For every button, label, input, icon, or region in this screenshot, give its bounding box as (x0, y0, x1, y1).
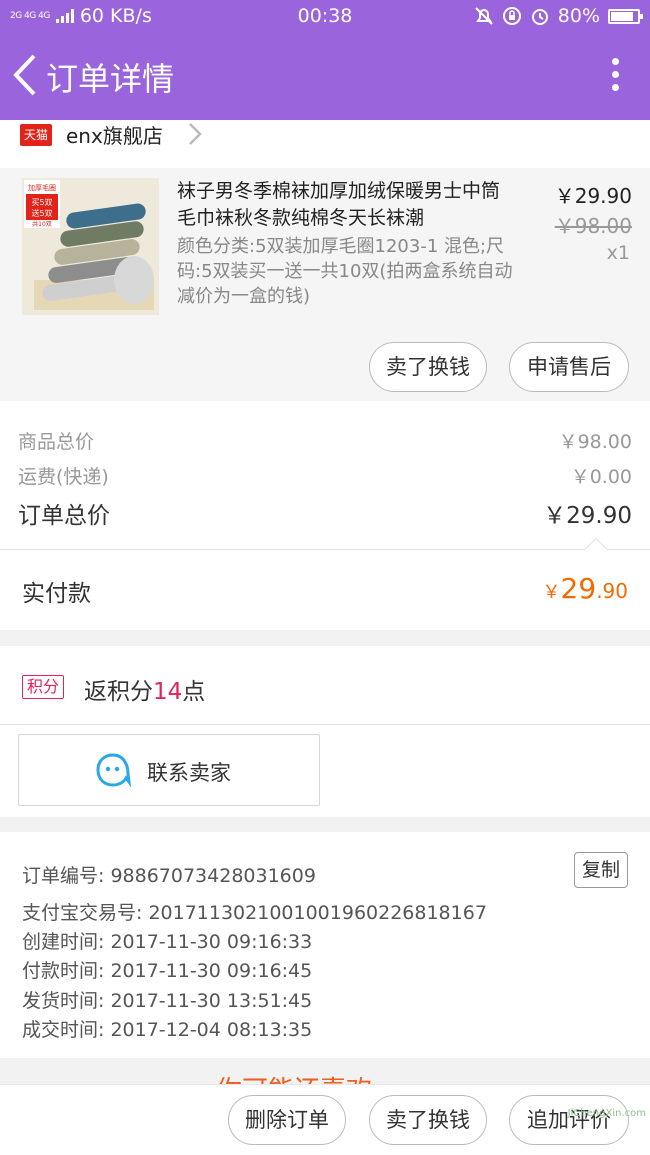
shop-row[interactable]: 天猫 enx旗舰店 (0, 120, 650, 168)
more-menu-button[interactable] (610, 58, 620, 96)
thumb-badge-line: 共10双 (32, 220, 52, 228)
order-info: 订单编号: 98867073428031609 复制 支付宝交易号: 20171… (0, 832, 650, 1058)
shipped-time: 发货时间: 2017-11-30 13:51:45 (22, 990, 313, 1012)
tmall-badge: 天猫 (20, 124, 52, 146)
after-sale-button[interactable]: 申请售后 (509, 342, 629, 392)
thumb-badge-line: 加厚毛圈 (28, 183, 56, 192)
alipay-trade-number: 支付宝交易号: 2017113021001001960226818167 (22, 902, 487, 924)
price-summary: 商品总价 ￥98.00 运费(快递) ￥0.00 订单总价 ￥29.90 (0, 401, 650, 549)
product-thumbnail[interactable]: 加厚毛圈 买5双 送5双 共10双 (22, 178, 159, 315)
alarm-icon (531, 9, 548, 25)
points-row: 积分 返积分14点 (0, 646, 650, 724)
points-tag: 积分 (22, 675, 65, 699)
contact-seller-button[interactable]: 联系卖家 (18, 734, 320, 806)
item-price: ￥29.90 (554, 184, 632, 208)
product-spec: 颜色分类:5双装加厚毛圈1203-1 混色;尺码:5双装买一送一共10双(拍两盒… (177, 236, 513, 307)
battery-percent: 80% (557, 5, 600, 27)
chevron-left-icon (13, 54, 36, 96)
points-text: 返积分14点 (84, 672, 205, 706)
delete-order-button[interactable]: 删除订单 (228, 1095, 346, 1145)
paid-integer: 29 (560, 572, 597, 605)
rotation-lock-icon (502, 7, 521, 25)
goods-total-value: ￥98.00 (558, 431, 632, 453)
battery-icon (608, 8, 643, 24)
paid-label: 实付款 (22, 581, 91, 607)
resell-bottom-button[interactable]: 卖了换钱 (369, 1095, 487, 1145)
more-dot-icon (611, 71, 619, 78)
resell-button[interactable]: 卖了换钱 (369, 342, 487, 392)
order-total-label: 订单总价 (18, 503, 110, 529)
closed-time: 成交时间: 2017-12-04 08:13:35 (22, 1019, 313, 1041)
shipping-value: ￥0.00 (570, 466, 632, 488)
chat-bubble-icon (96, 753, 131, 788)
thumb-badge-line: 买5双 (31, 198, 52, 207)
contact-seller-label: 联系卖家 (147, 761, 231, 785)
copy-button[interactable]: 复制 (573, 852, 628, 888)
more-dot-icon (611, 84, 619, 91)
order-item[interactable]: 加厚毛圈 买5双 送5双 共10双 袜子男冬季棉袜加厚加绒保暖男士中筒毛巾袜秋冬… (0, 168, 650, 401)
socks-product-image: 加厚毛圈 买5双 送5双 共10双 (22, 178, 159, 315)
item-quantity: x1 (606, 242, 630, 264)
add-review-button[interactable]: 追加评价 (509, 1095, 629, 1145)
watermark: JiChengXin.com (567, 1108, 646, 1119)
shipping-label: 运费(快递) (18, 466, 109, 488)
goods-total-label: 商品总价 (18, 431, 95, 453)
nav-bar: 订单详情 (0, 32, 650, 120)
points-number: 14 (153, 679, 183, 705)
thumb-badge-line: 送5双 (31, 208, 52, 218)
paid-time: 付款时间: 2017-11-30 09:16:45 (22, 960, 313, 982)
back-button[interactable] (8, 50, 42, 100)
order-number: 订单编号: 98867073428031609 (22, 865, 316, 887)
paid-amount: ￥29.90 (543, 572, 628, 605)
created-time: 创建时间: 2017-11-30 09:16:33 (22, 931, 313, 953)
paid-decimal: .90 (596, 579, 628, 603)
points-prefix: 返积分 (84, 679, 153, 705)
shop-name[interactable]: enx旗舰店 (66, 120, 163, 149)
more-dot-icon (611, 58, 619, 65)
product-title[interactable]: 袜子男冬季棉袜加厚加绒保暖男士中筒毛巾袜秋冬款纯棉冬天长袜潮 (177, 178, 517, 232)
status-bar: 2G 4G 4G 60 KB/s 00:38 80% (0, 0, 650, 32)
order-total-value: ￥29.90 (543, 503, 632, 529)
page-title: 订单详情 (46, 60, 175, 98)
points-suffix: 点 (182, 679, 206, 705)
chevron-right-icon (189, 123, 202, 145)
bottom-action-bar: 删除订单 卖了换钱 追加评价 (0, 1084, 650, 1155)
paid-currency: ￥ (542, 582, 561, 603)
contact-section: 联系卖家 (0, 725, 650, 817)
mute-bell-icon (475, 7, 493, 25)
paid-amount-row: 实付款 ￥29.90 (0, 537, 650, 630)
recommend-title: 你可能还喜欢 (216, 1070, 372, 1084)
item-original-price: ￥98.00 (554, 214, 632, 238)
recommend-header: 你可能还喜欢 (0, 1058, 650, 1084)
